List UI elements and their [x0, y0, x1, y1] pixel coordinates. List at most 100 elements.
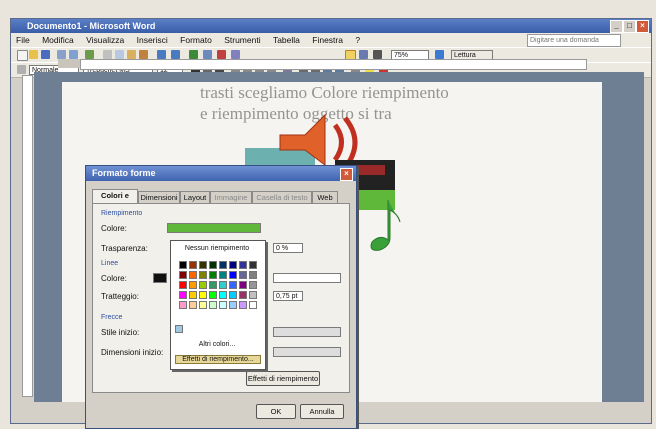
help-search-input[interactable]: Digitare una domanda: [527, 34, 621, 47]
undo-icon[interactable]: [157, 50, 166, 59]
cancel-button[interactable]: Annulla: [300, 404, 344, 419]
begin-style-label: Stile inizio:: [101, 328, 140, 337]
color-swatch[interactable]: [199, 301, 207, 309]
document-map-icon[interactable]: [359, 50, 368, 59]
menu-edit[interactable]: Modifica: [37, 33, 79, 47]
color-swatch[interactable]: [189, 281, 197, 289]
tab-colors-lines[interactable]: Colori e linee: [92, 189, 138, 212]
weight-input[interactable]: 0,75 pt: [273, 291, 303, 301]
recent-color-swatch[interactable]: [175, 325, 183, 333]
end-size-select[interactable]: [273, 347, 341, 357]
table-icon[interactable]: [203, 50, 212, 59]
transparency-input[interactable]: 0 %: [273, 243, 303, 253]
color-swatch[interactable]: [229, 281, 237, 289]
color-swatch[interactable]: [209, 271, 217, 279]
minimize-button[interactable]: _: [610, 20, 623, 33]
document-line: trasti scegliamo Colore riempimento: [200, 83, 449, 102]
color-swatch[interactable]: [179, 301, 187, 309]
preview-icon[interactable]: [69, 50, 78, 59]
dialog-title: Formato forme ×: [86, 166, 356, 181]
ok-button[interactable]: OK: [256, 404, 296, 419]
color-swatch[interactable]: [179, 281, 187, 289]
ruler-margin: [58, 59, 80, 68]
color-swatch[interactable]: [229, 291, 237, 299]
transparency-label: Trasparenza:: [101, 244, 148, 253]
spelling-icon[interactable]: [85, 50, 94, 59]
color-swatch[interactable]: [209, 281, 217, 289]
styles-icon[interactable]: [17, 65, 26, 74]
dialog-close-button[interactable]: ×: [340, 168, 353, 181]
redo-icon[interactable]: [171, 50, 180, 59]
no-fill-option[interactable]: Nessun riempimento: [175, 245, 259, 252]
color-swatch[interactable]: [229, 261, 237, 269]
fill-effects-button[interactable]: Effetti di riempimento: [246, 371, 320, 386]
menu-help[interactable]: ?: [350, 33, 365, 47]
menu-view[interactable]: Visualizza: [81, 33, 129, 47]
hyperlink-icon[interactable]: [189, 50, 198, 59]
color-swatch[interactable]: [239, 301, 247, 309]
paste-icon[interactable]: [127, 50, 136, 59]
menu-table[interactable]: Tabella: [268, 33, 305, 47]
color-swatch[interactable]: [239, 291, 247, 299]
open-icon[interactable]: [29, 50, 38, 59]
color-swatch[interactable]: [199, 291, 207, 299]
cut-icon[interactable]: [103, 50, 112, 59]
line-color-select[interactable]: [153, 273, 167, 283]
menu-format[interactable]: Formato: [175, 33, 217, 47]
begin-size-label: Dimensioni inizio:: [101, 348, 164, 357]
menu-insert[interactable]: Inserisci: [132, 33, 173, 47]
color-swatch[interactable]: [179, 271, 187, 279]
color-swatch[interactable]: [179, 291, 187, 299]
fill-color-popup: Nessun riempimento Altri colori... Effet…: [170, 240, 266, 370]
maximize-button[interactable]: □: [623, 20, 636, 33]
fill-color-select[interactable]: [167, 223, 261, 233]
line-style-select[interactable]: [273, 273, 341, 283]
color-swatch[interactable]: [239, 271, 247, 279]
color-swatch[interactable]: [189, 301, 197, 309]
menu-tools[interactable]: Strumenti: [219, 33, 265, 47]
color-swatch[interactable]: [209, 261, 217, 269]
color-swatch[interactable]: [249, 301, 257, 309]
menu-bar: File Modifica Visualizza Inserisci Forma…: [11, 33, 651, 47]
color-swatch[interactable]: [189, 261, 197, 269]
show-hide-icon[interactable]: [373, 50, 382, 59]
color-swatch[interactable]: [199, 281, 207, 289]
color-swatch[interactable]: [219, 261, 227, 269]
color-swatch[interactable]: [209, 291, 217, 299]
close-button[interactable]: ×: [636, 20, 649, 33]
format-painter-icon[interactable]: [139, 50, 148, 59]
color-swatch[interactable]: [189, 291, 197, 299]
color-swatch[interactable]: [249, 271, 257, 279]
columns-icon[interactable]: [231, 50, 240, 59]
color-swatch[interactable]: [219, 271, 227, 279]
lines-section-label: Linee: [101, 260, 119, 267]
copy-icon[interactable]: [115, 50, 124, 59]
menu-window[interactable]: Finestra: [307, 33, 348, 47]
vertical-ruler[interactable]: [22, 75, 33, 397]
end-style-select[interactable]: [273, 327, 341, 337]
color-swatch[interactable]: [209, 301, 217, 309]
color-swatch[interactable]: [189, 271, 197, 279]
more-colors-option[interactable]: Altri colori...: [175, 341, 259, 348]
color-swatch[interactable]: [219, 301, 227, 309]
color-swatch[interactable]: [199, 271, 207, 279]
menu-file[interactable]: File: [11, 33, 35, 47]
color-swatch[interactable]: [219, 281, 227, 289]
color-swatch[interactable]: [249, 261, 257, 269]
color-swatch[interactable]: [229, 271, 237, 279]
new-icon[interactable]: [17, 50, 28, 61]
color-swatch[interactable]: [239, 261, 247, 269]
color-swatch[interactable]: [239, 281, 247, 289]
color-swatch[interactable]: [219, 291, 227, 299]
excel-icon[interactable]: [217, 50, 226, 59]
horizontal-ruler[interactable]: [80, 59, 587, 70]
color-swatch[interactable]: [229, 301, 237, 309]
color-swatch[interactable]: [249, 281, 257, 289]
help-icon[interactable]: [435, 50, 444, 59]
color-swatch[interactable]: [249, 291, 257, 299]
color-swatch[interactable]: [199, 261, 207, 269]
save-icon[interactable]: [41, 50, 50, 59]
fill-effects-option[interactable]: Effetti di riempimento...: [175, 355, 261, 364]
color-swatch[interactable]: [179, 261, 187, 269]
print-icon[interactable]: [57, 50, 66, 59]
